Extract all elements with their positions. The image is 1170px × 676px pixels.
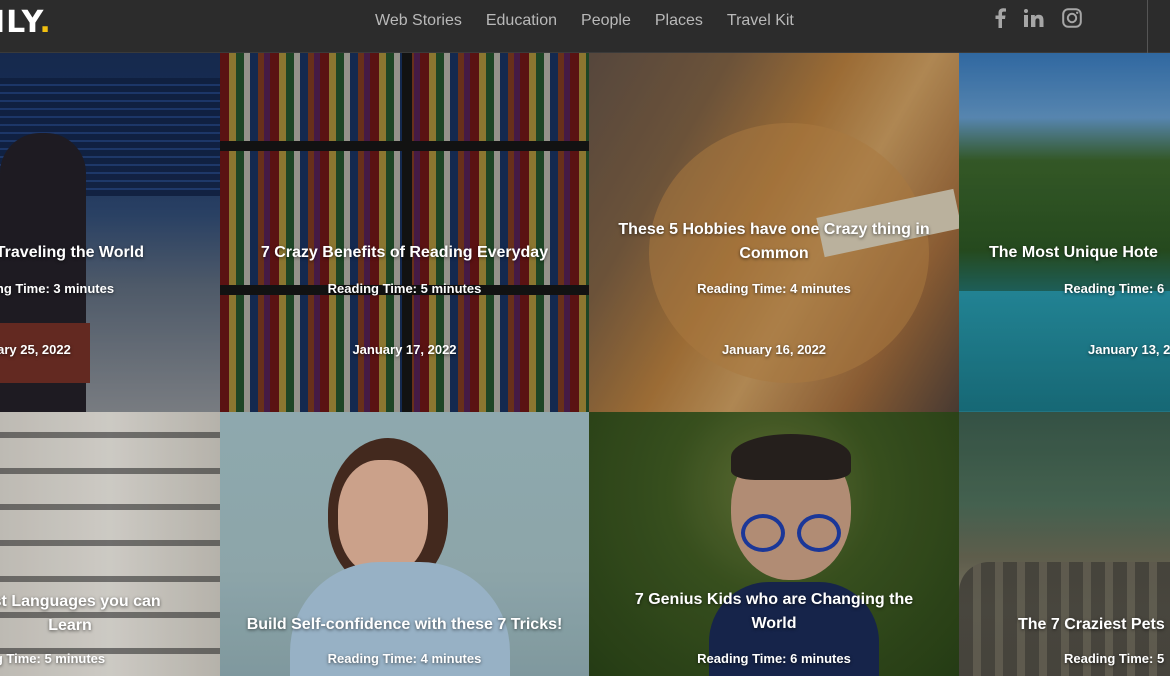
card-shade (959, 53, 1170, 412)
card-date: January 17, 2022 (352, 342, 457, 357)
card-reading-time: Reading Time: 6 minutes (697, 651, 851, 666)
card-reading-time: Reading Time: 5 (1064, 651, 1165, 666)
card-reading-time: g Time: 5 minutes (0, 651, 106, 666)
card-reading-time: Reading Time: 5 minutes (327, 281, 482, 296)
article-card-kids[interactable]: 7 Genius Kids who are Changing the World… (589, 412, 959, 676)
card-title: The Most Unique Hote (989, 244, 1158, 261)
card-title: 7 Genius Kids who are Changing the World (634, 591, 914, 632)
article-card-reading[interactable]: 7 Crazy Benefits of Reading Everyday Rea… (220, 53, 589, 412)
social-links (994, 8, 1100, 33)
card-shade (589, 412, 959, 676)
card-title: f Traveling the World (0, 244, 144, 261)
nav-travel-kit[interactable]: Travel Kit (727, 12, 794, 30)
card-shade (0, 53, 220, 412)
card-date: uary 25, 2022 (0, 342, 71, 357)
nav-people[interactable]: People (581, 12, 631, 30)
nav-web-stories[interactable]: Web Stories (375, 12, 462, 30)
header-divider (1147, 0, 1148, 53)
instagram-icon[interactable] (1062, 8, 1082, 33)
card-reading-time: Reading Time: 4 minutes (697, 281, 851, 296)
card-title: 7 Crazy Benefits of Reading Everyday (260, 244, 549, 261)
article-grid: f Traveling the World ng Time: 3 minutes… (0, 53, 1170, 676)
nav-places[interactable]: Places (655, 12, 703, 30)
card-title: iest Languages you can Learn (0, 593, 161, 634)
card-reading-time: Reading Time: 4 minutes (327, 651, 482, 666)
facebook-icon[interactable] (994, 8, 1006, 33)
article-card-hotels[interactable]: The Most Unique Hote Reading Time: 6 Jan… (959, 53, 1170, 412)
article-card-pets[interactable]: The 7 Craziest Pets Reading Time: 5 (959, 412, 1170, 676)
card-reading-time: Reading Time: 6 (1064, 281, 1165, 296)
logo-dot: . (39, 5, 52, 40)
linkedin-icon[interactable] (1024, 9, 1044, 32)
article-card-traveling[interactable]: f Traveling the World ng Time: 3 minutes… (0, 53, 220, 412)
card-title: These 5 Hobbies have one Crazy thing in … (618, 221, 930, 262)
article-card-hobbies[interactable]: These 5 Hobbies have one Crazy thing in … (589, 53, 959, 412)
card-shade (220, 53, 589, 412)
article-card-languages[interactable]: iest Languages you can Learn g Time: 5 m… (0, 412, 220, 676)
card-reading-time: ng Time: 3 minutes (0, 281, 115, 296)
site-logo[interactable]: ILY. (0, 4, 52, 44)
logo-text: ILY (0, 5, 40, 40)
article-card-confidence[interactable]: Build Self-confidence with these 7 Trick… (220, 412, 589, 676)
card-title: The 7 Craziest Pets (1018, 616, 1165, 633)
card-title: Build Self-confidence with these 7 Trick… (246, 616, 563, 633)
site-header: ILY. Web Stories Education People Places… (0, 0, 1170, 53)
main-nav: Web Stories Education People Places Trav… (363, 0, 806, 42)
nav-education[interactable]: Education (486, 12, 557, 30)
card-date: January 13, 2 (1088, 342, 1170, 357)
card-date: January 16, 2022 (721, 342, 827, 357)
